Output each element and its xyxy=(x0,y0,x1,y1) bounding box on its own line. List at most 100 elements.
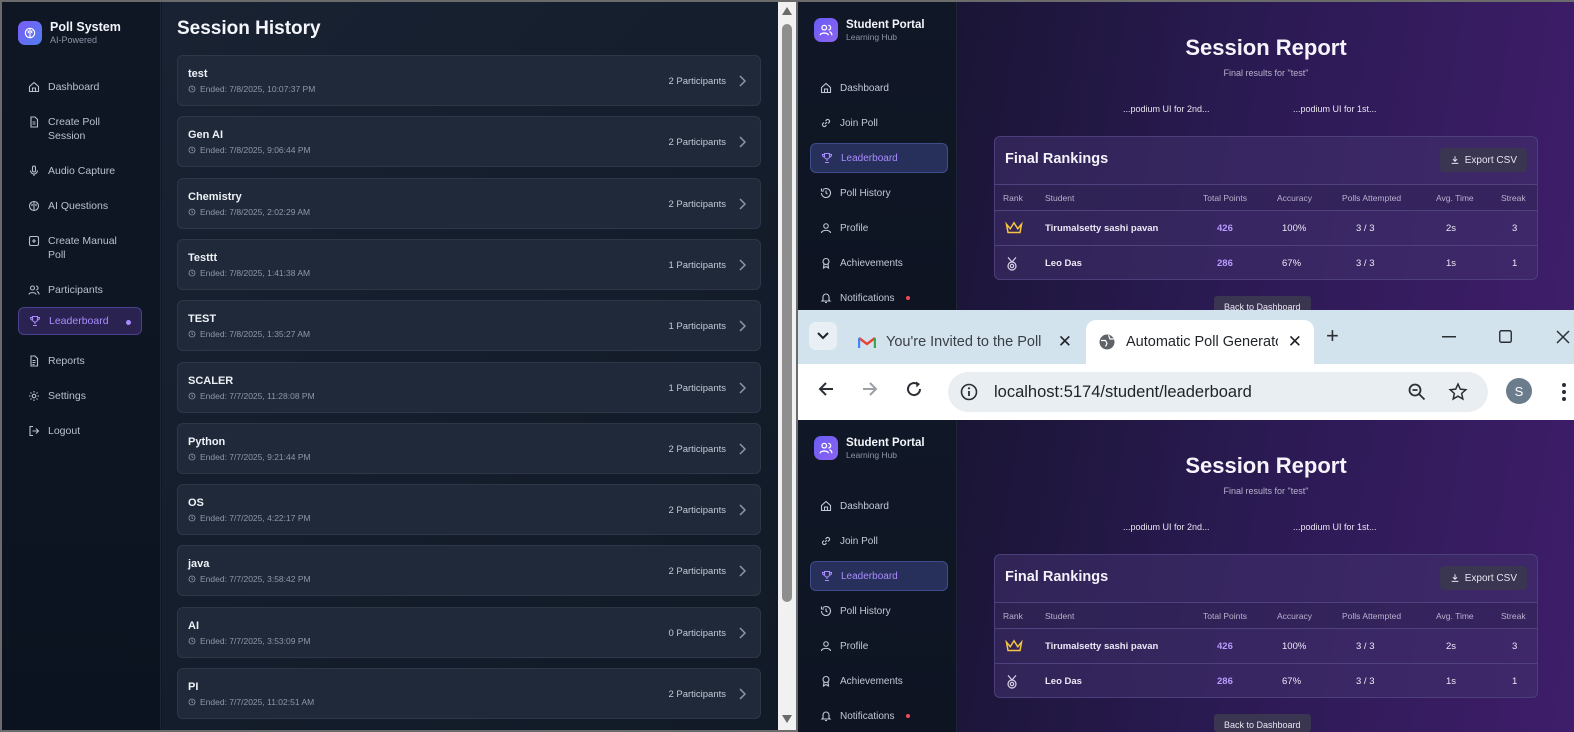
address-bar[interactable]: localhost:5174/student/leaderboard xyxy=(948,372,1488,412)
history-icon xyxy=(820,605,832,617)
sidebar-item-create-poll-session[interactable]: Create Poll Session xyxy=(18,109,142,149)
participant-count: 2 Participants xyxy=(668,137,726,149)
sidebar-item-label: Reports xyxy=(48,355,85,367)
total-points: 426 xyxy=(1217,641,1233,652)
session-row[interactable]: Testtt Ended: 7/8/2025, 1:41:38 AM 1 Parti… xyxy=(177,238,761,290)
sidebar-item-label: Leaderboard xyxy=(49,315,109,327)
sidebar-item-notifications[interactable]: Notifications xyxy=(810,701,948,731)
sidebar-item-ai-questions[interactable]: AI Questions xyxy=(18,193,142,219)
session-ended-text: Ended: 7/7/2025, 11:28:08 PM xyxy=(200,390,315,401)
column-header: Total Points xyxy=(1203,193,1247,203)
sidebar-item-logout[interactable]: Logout xyxy=(18,418,142,444)
tab-poll-generator[interactable]: Automatic Poll Generator ✕ xyxy=(1086,320,1314,364)
export-csv-button[interactable]: Export CSV xyxy=(1439,566,1527,590)
session-row[interactable]: TEST Ended: 7/8/2025, 1:35:27 AM 1 Partici… xyxy=(177,300,761,352)
session-name: Chemistry xyxy=(188,190,242,203)
forward-arrow-icon[interactable] xyxy=(861,380,879,398)
sidebar-item-audio-capture[interactable]: Audio Capture xyxy=(18,158,142,184)
back-to-dashboard-button[interactable]: Back to Dashboard xyxy=(1214,296,1311,310)
sidebar-item-poll-history[interactable]: Poll History xyxy=(810,178,948,208)
maximize-icon[interactable] xyxy=(1499,330,1512,343)
column-header: Student xyxy=(1045,193,1075,203)
sidebar-item-join-poll[interactable]: Join Poll xyxy=(810,526,948,556)
session-row[interactable]: Gen AI Ended: 7/8/2025, 9:06:44 PM 2 Parti… xyxy=(177,116,761,168)
sidebar-item-leaderboard[interactable]: Leaderboard xyxy=(810,561,948,591)
site-info-icon[interactable] xyxy=(960,383,978,401)
accuracy: 67% xyxy=(1282,258,1302,269)
gear-icon xyxy=(28,389,40,403)
sidebar-item-settings[interactable]: Settings xyxy=(18,383,142,409)
browser-toolbar: localhost:5174/student/leaderboard S xyxy=(798,364,1574,420)
sidebar-item-dashboard[interactable]: Dashboard xyxy=(810,491,948,521)
tab-strip: You're Invited to the Poll ✕ Automatic P… xyxy=(798,310,1574,364)
session-ended: Ended: 7/8/2025, 1:35:27 AM xyxy=(188,329,310,339)
close-tab-icon[interactable]: ✕ xyxy=(1058,332,1072,352)
session-ended: Ended: 7/8/2025, 2:02:29 AM xyxy=(188,207,310,217)
home-icon xyxy=(820,82,832,94)
back-arrow-icon[interactable] xyxy=(817,380,835,398)
session-row[interactable]: OS Ended: 7/7/2025, 4:22:17 PM 2 Participa… xyxy=(177,484,761,536)
sidebar-item-leaderboard[interactable]: Leaderboard xyxy=(18,307,142,335)
reload-icon[interactable] xyxy=(905,380,923,398)
sidebar-item-create-manual-poll[interactable]: Create Manual Poll xyxy=(18,228,142,268)
polls-attempted: 3 / 3 xyxy=(1356,258,1375,269)
sidebar-item-participants[interactable]: Participants xyxy=(18,277,142,303)
scroll-thumb[interactable] xyxy=(782,24,792,602)
history-icon xyxy=(820,187,832,199)
close-window-icon[interactable] xyxy=(1556,330,1570,344)
sidebar-item-achievements[interactable]: Achievements xyxy=(810,666,948,696)
rankings-title: Final Rankings xyxy=(1005,569,1109,585)
session-row[interactable]: Chemistry Ended: 7/8/2025, 2:02:29 AM 2 Pa… xyxy=(177,177,761,229)
sidebar-item-label: Poll History xyxy=(840,187,891,199)
report-title: Session Report xyxy=(1185,35,1347,60)
brand-subtitle: AI-Powered xyxy=(50,35,98,45)
session-row[interactable]: SCALER Ended: 7/7/2025, 11:28:08 PM 1 Part… xyxy=(177,361,761,413)
session-name: Python xyxy=(188,435,226,448)
session-ended-text: Ended: 7/7/2025, 4:22:17 PM xyxy=(200,513,311,524)
sidebar-item-achievements[interactable]: Achievements xyxy=(810,248,948,278)
participant-count: 1 Participants xyxy=(668,382,726,394)
tab-title: Automatic Poll Generator xyxy=(1126,334,1278,350)
zoom-icon[interactable] xyxy=(1408,383,1426,401)
export-csv-button[interactable]: Export CSV xyxy=(1439,148,1527,172)
tab-gmail[interactable]: You're Invited to the Poll ✕ xyxy=(846,320,1084,364)
sidebar-item-label: Settings xyxy=(48,390,86,402)
sidebar-item-label: Logout xyxy=(48,425,81,437)
brand: Poll System AI-Powered xyxy=(18,20,121,45)
back-to-dashboard-button[interactable]: Back to Dashboard xyxy=(1214,714,1311,732)
portal-subtitle: Learning Hub xyxy=(846,31,898,42)
participant-count: 2 Participants xyxy=(668,689,726,700)
report-main: Session Report Final results for "test"..… xyxy=(958,420,1574,732)
streak: 3 xyxy=(1512,223,1518,234)
session-name: Gen AI xyxy=(188,129,224,142)
profile-avatar[interactable]: S xyxy=(1506,378,1532,404)
session-row[interactable]: PI Ended: 7/7/2025, 11:02:51 AM 2 Particip… xyxy=(177,668,761,719)
new-tab-icon[interactable]: + xyxy=(1326,323,1339,349)
menu-dots-icon[interactable] xyxy=(1562,382,1566,402)
accuracy: 67% xyxy=(1282,676,1302,687)
clock-icon xyxy=(188,453,196,461)
session-row[interactable]: java Ended: 7/7/2025, 3:58:42 PM 2 Partici… xyxy=(177,545,761,597)
session-row[interactable]: AI Ended: 7/7/2025, 3:53:09 PM 0 Participa… xyxy=(177,606,761,658)
session-row[interactable]: test Ended: 7/8/2025, 10:07:37 PM 2 Partic… xyxy=(177,55,761,106)
bookmark-star-icon[interactable] xyxy=(1448,382,1468,402)
sidebar-item-dashboard[interactable]: Dashboard xyxy=(810,73,948,103)
tab-search-button[interactable] xyxy=(809,322,837,350)
session-row[interactable]: Python Ended: 7/7/2025, 9:21:44 PM 2 Parti… xyxy=(177,422,761,474)
sidebar-item-leaderboard[interactable]: Leaderboard xyxy=(810,143,948,173)
sidebar-item-dashboard[interactable]: Dashboard xyxy=(18,74,142,100)
globe-icon xyxy=(1099,334,1115,350)
session-ended-text: Ended: 7/8/2025, 1:41:38 AM xyxy=(200,267,311,278)
minimize-icon[interactable] xyxy=(1442,336,1456,338)
close-tab-icon[interactable]: ✕ xyxy=(1288,332,1302,352)
sidebar-item-profile[interactable]: Profile xyxy=(810,631,948,661)
session-name: PI xyxy=(188,681,199,693)
sidebar-item-notifications[interactable]: Notifications xyxy=(810,283,948,310)
student-portal-bottom: Student Portal Learning Hub Dashboard Join … xyxy=(798,420,1574,732)
rankings-title: Final Rankings xyxy=(1005,151,1109,167)
sidebar-item-poll-history[interactable]: Poll History xyxy=(810,596,948,626)
sidebar-item-reports[interactable]: Reports xyxy=(18,348,142,374)
streak: 1 xyxy=(1512,258,1518,269)
sidebar-item-profile[interactable]: Profile xyxy=(810,213,948,243)
sidebar-item-join-poll[interactable]: Join Poll xyxy=(810,108,948,138)
